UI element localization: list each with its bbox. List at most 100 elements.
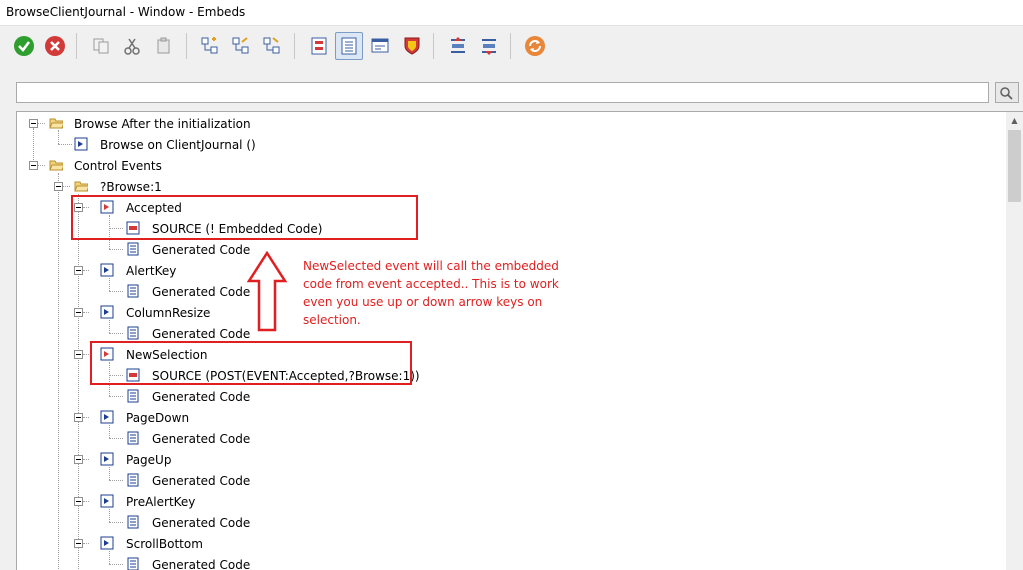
refresh-button[interactable] xyxy=(521,32,549,60)
tree-node-label: Generated Code xyxy=(152,558,251,570)
arrow-up-icon xyxy=(247,251,287,332)
tree-node-label: Browse on ClientJournal () xyxy=(100,138,256,152)
collapse-toggle[interactable] xyxy=(54,182,63,191)
tree-node-pagedown[interactable]: PageDown xyxy=(17,407,997,428)
paste-icon xyxy=(157,37,170,54)
tree-node-label: ?Browse:1 xyxy=(100,180,162,194)
cut-button[interactable] xyxy=(118,32,146,60)
locate-button[interactable] xyxy=(995,82,1019,103)
toolbar-separator xyxy=(433,33,434,59)
tree-node-generated-code[interactable]: Generated Code xyxy=(17,386,997,407)
highlight-box-newselection xyxy=(90,341,412,385)
insert-embed-button[interactable] xyxy=(196,32,224,60)
tree-node-label: PageUp xyxy=(126,453,172,467)
tree-node-label: PreAlertKey xyxy=(126,495,196,509)
tree-node-pageup[interactable]: PageUp xyxy=(17,449,997,470)
priority-button[interactable] xyxy=(398,32,426,60)
title-bar: BrowseClientJournal - Window - Embeds xyxy=(0,0,1023,26)
collapse-toggle[interactable] xyxy=(29,119,38,128)
show-window-button[interactable] xyxy=(366,32,394,60)
collapse-toggle[interactable] xyxy=(74,308,83,317)
filter-input[interactable] xyxy=(16,82,989,103)
tree-node-generated-code[interactable]: Generated Code xyxy=(17,512,997,533)
highlight-box-accepted xyxy=(71,195,418,240)
move-down-button[interactable] xyxy=(475,32,503,60)
move-up-icon xyxy=(451,37,465,53)
tree-node-label: Generated Code xyxy=(152,474,251,488)
collapse-toggle[interactable] xyxy=(29,161,38,170)
embed-event-icon xyxy=(100,494,114,508)
check-icon xyxy=(14,36,34,56)
tree-node-label: ColumnResize xyxy=(126,306,211,320)
tree-vertical-scrollbar[interactable]: ▲ xyxy=(1006,112,1023,570)
list-view-icon xyxy=(341,37,357,55)
tree-node-label: Generated Code xyxy=(152,516,251,530)
insert-before-button[interactable] xyxy=(227,32,255,60)
tree-node-control-events[interactable]: Control Events xyxy=(17,155,997,176)
generated-code-icon xyxy=(127,389,139,403)
tree-node-label: AlertKey xyxy=(126,264,177,278)
toolbar xyxy=(0,26,1023,70)
folder-open-icon xyxy=(49,160,63,171)
embed-event-icon xyxy=(100,263,114,277)
collapse-toggle[interactable] xyxy=(74,266,83,275)
scroll-up-arrow-icon[interactable]: ▲ xyxy=(1006,112,1023,129)
folder-open-icon xyxy=(74,181,88,192)
scrollbar-thumb[interactable] xyxy=(1008,130,1021,202)
insert-after-button[interactable] xyxy=(258,32,286,60)
tree-node-generated-code[interactable]: Generated Code xyxy=(17,428,997,449)
toolbar-separator xyxy=(294,33,295,59)
tree-node-browse-after-init[interactable]: Browse After the initialization xyxy=(17,113,997,134)
tree-node-label: Control Events xyxy=(74,159,162,173)
embed-event-icon xyxy=(100,536,114,550)
generated-code-icon xyxy=(127,515,139,529)
collapse-toggle[interactable] xyxy=(74,455,83,464)
tree-node-label: Browse After the initialization xyxy=(74,117,251,131)
embed-event-icon xyxy=(100,452,114,466)
generated-code-icon xyxy=(127,326,139,340)
embed-event-icon xyxy=(100,410,114,424)
search-icon xyxy=(1000,86,1013,100)
paste-button[interactable] xyxy=(150,32,178,60)
shield-icon xyxy=(404,37,420,55)
tree-node-label: Generated Code xyxy=(152,390,251,404)
cancel-button[interactable] xyxy=(41,32,69,60)
show-filled-button[interactable] xyxy=(305,32,333,60)
generated-code-icon xyxy=(127,242,139,256)
generated-code-icon xyxy=(127,557,139,570)
tree-node-label: Generated Code xyxy=(152,285,251,299)
tree-node-prealertkey[interactable]: PreAlertKey xyxy=(17,491,997,512)
collapse-toggle[interactable] xyxy=(74,497,83,506)
tree-node-scrollbottom[interactable]: ScrollBottom xyxy=(17,533,997,554)
tree-node-label: Generated Code xyxy=(152,432,251,446)
tree-node-browse-on-clientjournal[interactable]: Browse on ClientJournal () xyxy=(17,134,997,155)
tree-node-label: PageDown xyxy=(126,411,190,425)
toolbar-separator xyxy=(186,33,187,59)
window-icon xyxy=(371,38,389,53)
tree-node-generated-code[interactable]: Generated Code xyxy=(17,554,997,570)
copy-button[interactable] xyxy=(87,32,115,60)
ok-button[interactable] xyxy=(10,32,38,60)
move-up-button[interactable] xyxy=(444,32,472,60)
insert-after-icon xyxy=(263,37,280,54)
toolbar-separator xyxy=(510,33,511,59)
tree-node-generated-code[interactable]: Generated Code xyxy=(17,470,997,491)
collapse-toggle[interactable] xyxy=(74,413,83,422)
tree-node-label: ScrollBottom xyxy=(126,537,203,551)
tree-node-label: Generated Code xyxy=(152,243,251,257)
move-down-icon xyxy=(482,39,496,55)
embed-procedure-icon xyxy=(74,137,88,151)
show-all-button[interactable] xyxy=(335,32,363,60)
collapse-toggle[interactable] xyxy=(74,350,83,359)
generated-code-icon xyxy=(127,473,139,487)
refresh-icon xyxy=(525,36,545,56)
cut-icon xyxy=(124,38,140,55)
cancel-icon xyxy=(45,36,65,56)
tree-node-browse1[interactable]: ?Browse:1 xyxy=(17,176,997,197)
folder-open-icon xyxy=(49,118,63,129)
tree-node-label: Generated Code xyxy=(152,327,251,341)
collapse-toggle[interactable] xyxy=(74,539,83,548)
window-title: BrowseClientJournal - Window - Embeds xyxy=(6,5,246,19)
generated-code-icon xyxy=(127,284,139,298)
embed-event-icon xyxy=(100,305,114,319)
